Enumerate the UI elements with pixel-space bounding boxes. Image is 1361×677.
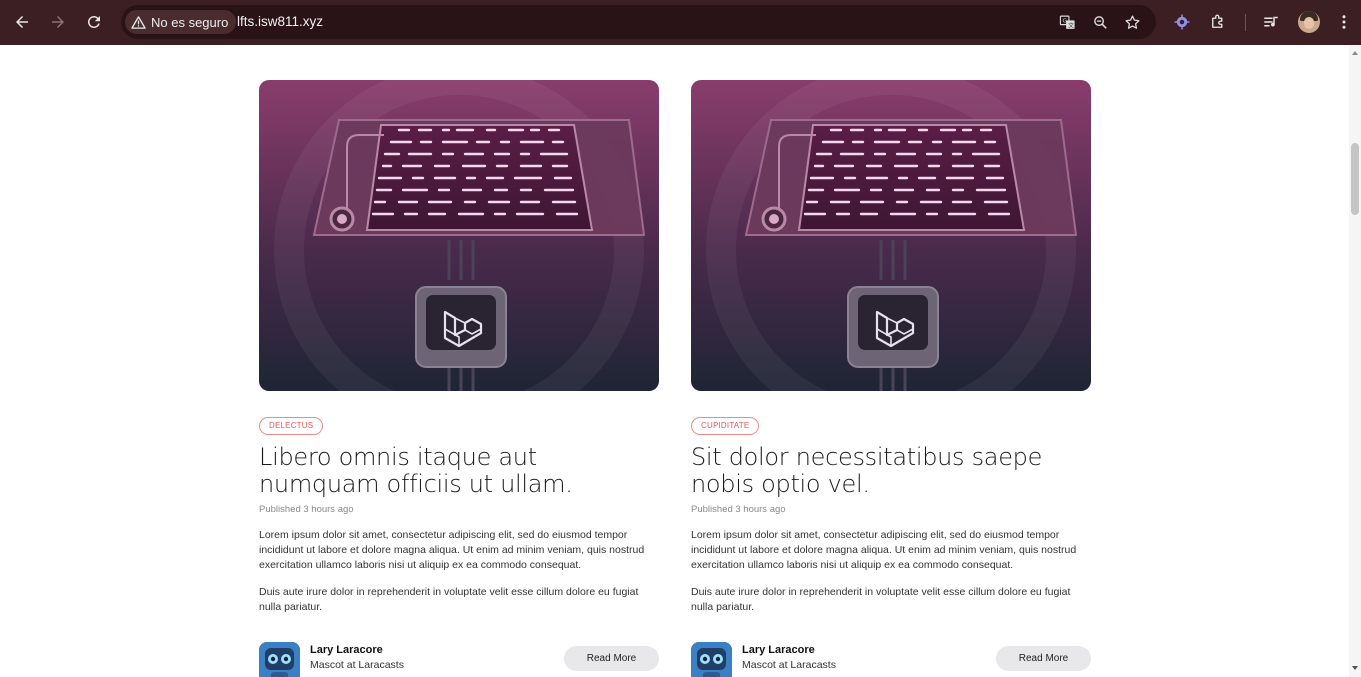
excerpt-paragraph: Duis aute irure dolor in reprehenderit i… bbox=[691, 586, 1071, 613]
author-avatar bbox=[259, 642, 300, 677]
scroll-thumb[interactable] bbox=[1351, 143, 1359, 215]
security-chip[interactable]: No es seguro bbox=[125, 10, 237, 34]
post-illustration bbox=[259, 80, 659, 391]
scroll-up-arrow[interactable] bbox=[1352, 51, 1358, 55]
page-scrollbar[interactable] bbox=[1349, 45, 1361, 677]
zoom-icon[interactable] bbox=[1090, 12, 1110, 32]
forward-arrow-icon[interactable] bbox=[46, 10, 70, 34]
media-queue-icon[interactable] bbox=[1260, 11, 1282, 33]
author-name: Lary Laracore bbox=[310, 644, 383, 656]
author-role: Mascot at Laracasts bbox=[742, 659, 836, 671]
published-time: Published 3 hours ago bbox=[259, 504, 354, 515]
category-badge[interactable]: Cupiditate bbox=[691, 417, 760, 435]
category-badge[interactable]: Delectus bbox=[259, 417, 324, 435]
star-icon[interactable] bbox=[1122, 12, 1142, 32]
excerpt-paragraph: Lorem ipsum dolor sit amet, consectetur … bbox=[259, 529, 645, 571]
published-time: Published 3 hours ago bbox=[691, 504, 786, 515]
post-title[interactable]: Sit dolor necessitatibus saepe nobis opt… bbox=[691, 444, 1091, 498]
post-card: Cupiditate Sit dolor necessitatibus saep… bbox=[691, 80, 1091, 677]
scroll-down-arrow[interactable] bbox=[1352, 666, 1358, 670]
translate-icon[interactable]: G文 bbox=[1057, 12, 1077, 32]
warning-icon bbox=[131, 15, 146, 29]
page-content: Delectus Libero omnis itaque aut numquam… bbox=[0, 45, 1349, 677]
post-title[interactable]: Libero omnis itaque aut numquam officiis… bbox=[259, 444, 659, 498]
post-card: Delectus Libero omnis itaque aut numquam… bbox=[259, 80, 659, 677]
reload-icon[interactable] bbox=[82, 10, 106, 34]
back-arrow-icon[interactable] bbox=[10, 10, 34, 34]
kebab-menu-icon[interactable] bbox=[1333, 11, 1355, 33]
author-block: Lary Laracore Mascot at Laracasts Read M… bbox=[259, 640, 659, 677]
author-name: Lary Laracore bbox=[742, 644, 815, 656]
url-text[interactable]: lfts.isw811.xyz bbox=[237, 14, 323, 29]
browser-toolbar: No es seguro lfts.isw811.xyz G文 bbox=[0, 0, 1361, 45]
security-label: No es seguro bbox=[151, 14, 229, 30]
svg-text:G: G bbox=[1062, 18, 1066, 24]
read-more-button[interactable]: Read More bbox=[564, 646, 659, 671]
address-bar[interactable]: No es seguro lfts.isw811.xyz G文 bbox=[121, 5, 1156, 39]
puzzle-icon[interactable] bbox=[1207, 11, 1229, 33]
author-role: Mascot at Laracasts bbox=[310, 659, 404, 671]
read-more-button[interactable]: Read More bbox=[996, 646, 1091, 671]
post-illustration bbox=[691, 80, 1091, 391]
toolbar-separator bbox=[1245, 14, 1246, 31]
author-block: Lary Laracore Mascot at Laracasts Read M… bbox=[691, 640, 1091, 677]
profile-avatar[interactable] bbox=[1298, 11, 1320, 33]
excerpt-paragraph: Lorem ipsum dolor sit amet, consectetur … bbox=[691, 529, 1077, 571]
author-avatar bbox=[691, 642, 732, 677]
extension-gear-icon[interactable] bbox=[1171, 11, 1193, 33]
excerpt-paragraph: Duis aute irure dolor in reprehenderit i… bbox=[259, 586, 639, 613]
